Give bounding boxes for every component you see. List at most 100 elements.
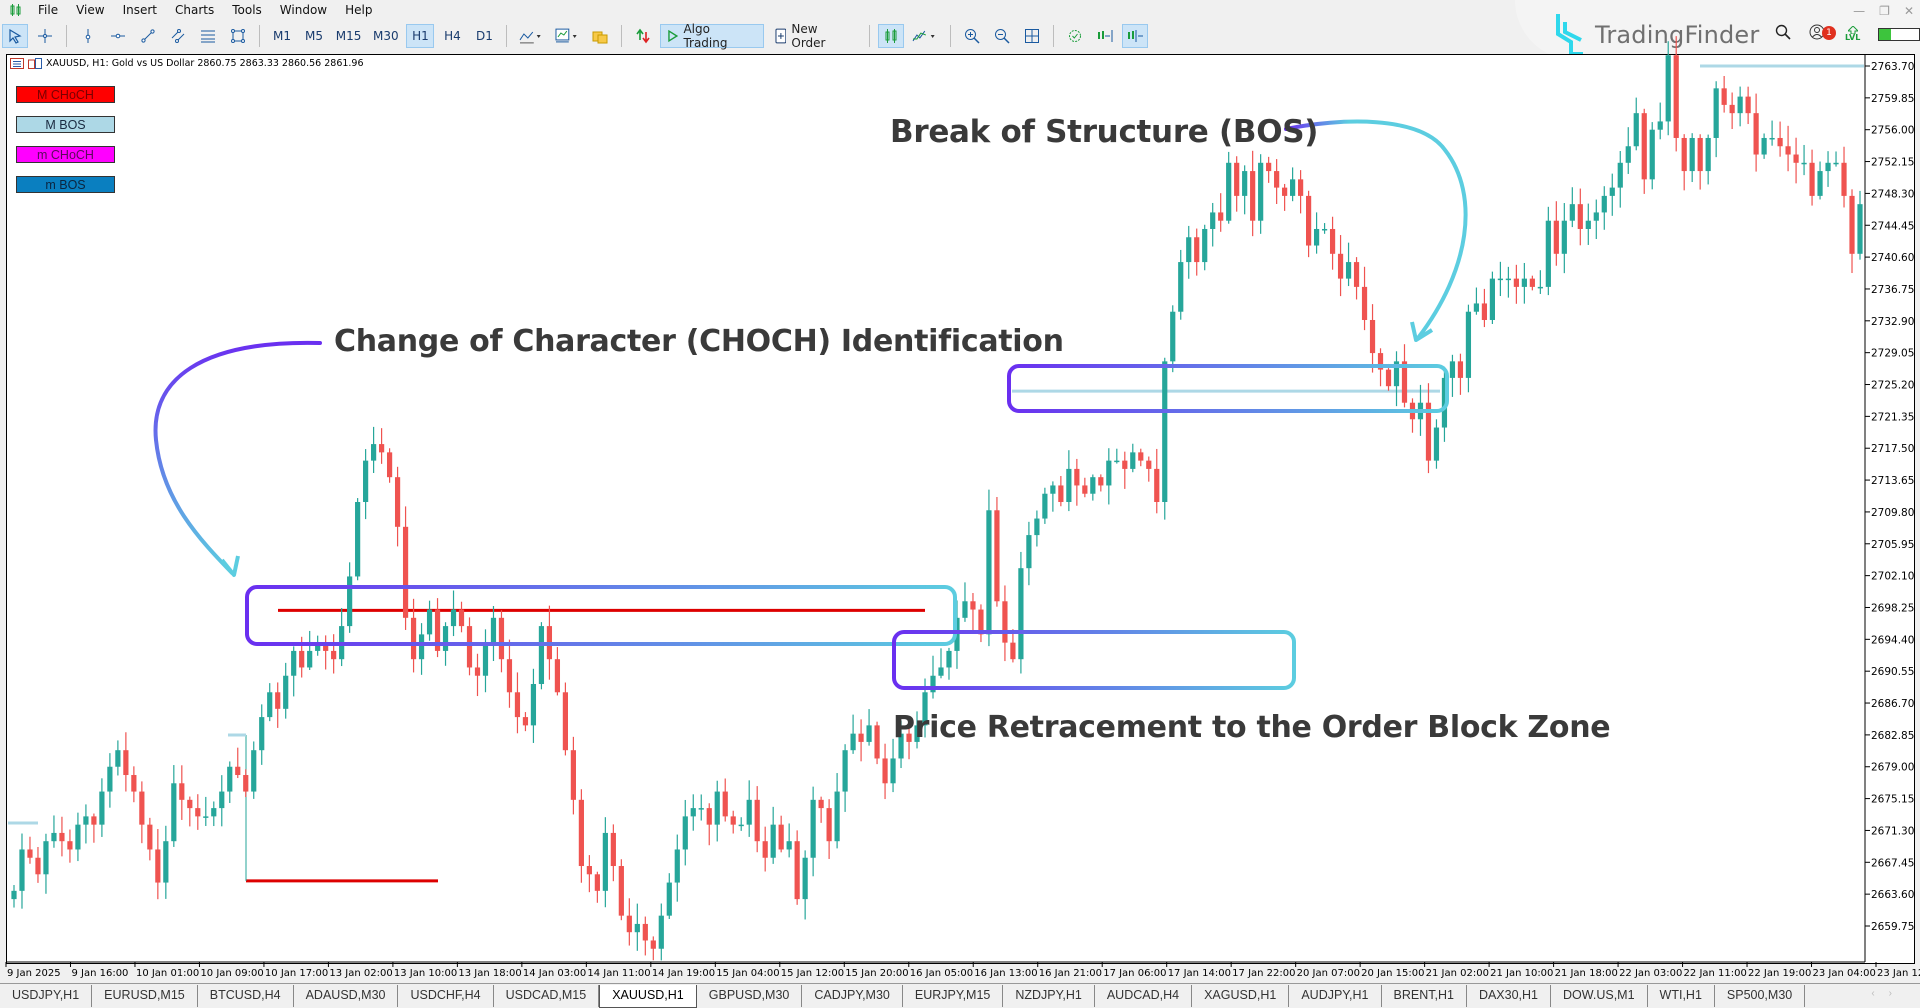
tab-scroll-arrows[interactable]: ‹› [1871, 988, 1906, 999]
candle-body [426, 609, 433, 635]
candle [1793, 137, 1799, 184]
candle-body [1681, 137, 1687, 172]
symbol-tab[interactable]: EURUSD,M15 [92, 985, 198, 1007]
price-chart[interactable]: 2763.70 2759.85 2756.00 2752.15 2748.30 2744.… [0, 0, 1920, 1005]
candle-body [1449, 361, 1456, 378]
candle-body [1162, 361, 1168, 502]
chart-list-icon [10, 58, 24, 69]
symbol-tab[interactable]: WTI,H1 [1648, 985, 1715, 1007]
symbol-tab[interactable]: DOW.US,M1 [1551, 985, 1648, 1007]
candle [1250, 150, 1256, 237]
price-tick-label: 2671.30 [1871, 825, 1914, 837]
candle-body [1609, 187, 1615, 196]
candle [91, 813, 97, 843]
candle [115, 740, 121, 776]
candle [1713, 81, 1719, 158]
candle-body [1353, 262, 1360, 287]
candle-body [1617, 162, 1623, 188]
candle-body [1282, 187, 1288, 196]
symbol-tab[interactable]: ADAUSD,M30 [294, 985, 399, 1007]
candle [251, 741, 257, 799]
candle-body [394, 477, 401, 527]
candle [67, 829, 73, 863]
price-tick-label: 2748.30 [1871, 188, 1914, 200]
symbol-icon [28, 58, 42, 69]
candle [355, 498, 361, 581]
time-tick-label: 10 Jan 09:00 [200, 968, 263, 979]
candle-body [530, 684, 537, 726]
candle-body [179, 783, 185, 800]
candle-body [746, 799, 752, 825]
candle-body [219, 791, 225, 809]
candle [554, 647, 561, 696]
symbol-tab[interactable]: SP500,M30 [1715, 985, 1806, 1007]
candle [738, 817, 744, 831]
candle [978, 604, 984, 643]
candle [482, 629, 489, 693]
candle [1689, 133, 1695, 183]
symbol-tab[interactable]: GBPUSD,M30 [697, 985, 803, 1007]
candle [690, 794, 696, 831]
time-tick-label: 9 Jan 2025 [7, 968, 61, 979]
symbol-tab[interactable]: AUDCAD,H4 [1095, 985, 1193, 1007]
candle [59, 816, 65, 857]
symbol-tab[interactable]: AUDJPY,H1 [1289, 985, 1382, 1007]
candle-body [586, 866, 592, 875]
candle [426, 600, 433, 641]
symbol-tab[interactable]: BRENT,H1 [1382, 985, 1467, 1007]
candle [195, 794, 201, 830]
m-choch-major-button[interactable]: M CHoCH [16, 86, 115, 103]
m-choch-minor-button[interactable]: m CHoCH [16, 146, 115, 163]
candle-body [1705, 137, 1711, 172]
candle-body [283, 675, 289, 709]
price-tick-label: 2752.15 [1871, 157, 1914, 169]
candle [1042, 487, 1048, 524]
candle-body [706, 808, 712, 825]
candle [1106, 448, 1112, 505]
candle-body [810, 799, 816, 858]
symbol-tab[interactable]: USDCAD,M15 [494, 985, 600, 1007]
candle [1242, 165, 1248, 215]
symbol-tab[interactable]: CADJPY,M30 [802, 985, 903, 1007]
candle [1569, 187, 1575, 228]
time-tick-label: 16 Jan 13:00 [974, 968, 1037, 979]
m-bos-minor-button[interactable]: m BOS [16, 176, 115, 193]
symbol-tab[interactable]: NZDJPY,H1 [1003, 985, 1095, 1007]
symbol-tab[interactable]: DAX30,H1 [1467, 985, 1551, 1007]
candle-body [1050, 485, 1056, 494]
candle-body [75, 824, 81, 850]
candle [1481, 288, 1488, 328]
symbol-tab[interactable]: XAGUSD,H1 [1192, 985, 1290, 1007]
candle [378, 428, 385, 464]
candle [1665, 41, 1671, 136]
candle [1401, 344, 1408, 408]
candle-body [347, 576, 353, 627]
time-tick-label: 17 Jan 22:00 [1232, 968, 1295, 979]
candle [1449, 354, 1456, 397]
candle-body [794, 841, 800, 900]
candle [1010, 629, 1016, 663]
symbol-tab[interactable]: USDCHF,H4 [398, 985, 494, 1007]
legend-button-label: M BOS [45, 117, 86, 132]
candle [570, 736, 576, 815]
candle [794, 830, 800, 905]
candle-body [1537, 286, 1543, 289]
symbol-tab[interactable]: EURJPY,M15 [903, 985, 1004, 1007]
candle [1489, 271, 1496, 325]
candle-body [243, 775, 249, 792]
candle [778, 815, 784, 853]
candle [1226, 151, 1232, 224]
symbol-tab[interactable]: USDJPY,H1 [0, 985, 93, 1007]
candle-body [1697, 137, 1703, 172]
candle [634, 903, 640, 951]
candle-body [514, 692, 521, 718]
symbol-tab[interactable]: BTCUSD,H4 [198, 985, 294, 1007]
candle-body [722, 791, 728, 817]
choch-annotation-label: Change of Character (CHOCH) Identificati… [334, 324, 1064, 359]
candle [714, 780, 720, 842]
chart-info: XAUUSD, H1: Gold vs US Dollar 2860.75 28… [10, 58, 364, 69]
m-bos-major-button[interactable]: M BOS [16, 116, 115, 133]
candle [1553, 201, 1559, 266]
candle [147, 817, 153, 861]
candle [650, 936, 656, 961]
